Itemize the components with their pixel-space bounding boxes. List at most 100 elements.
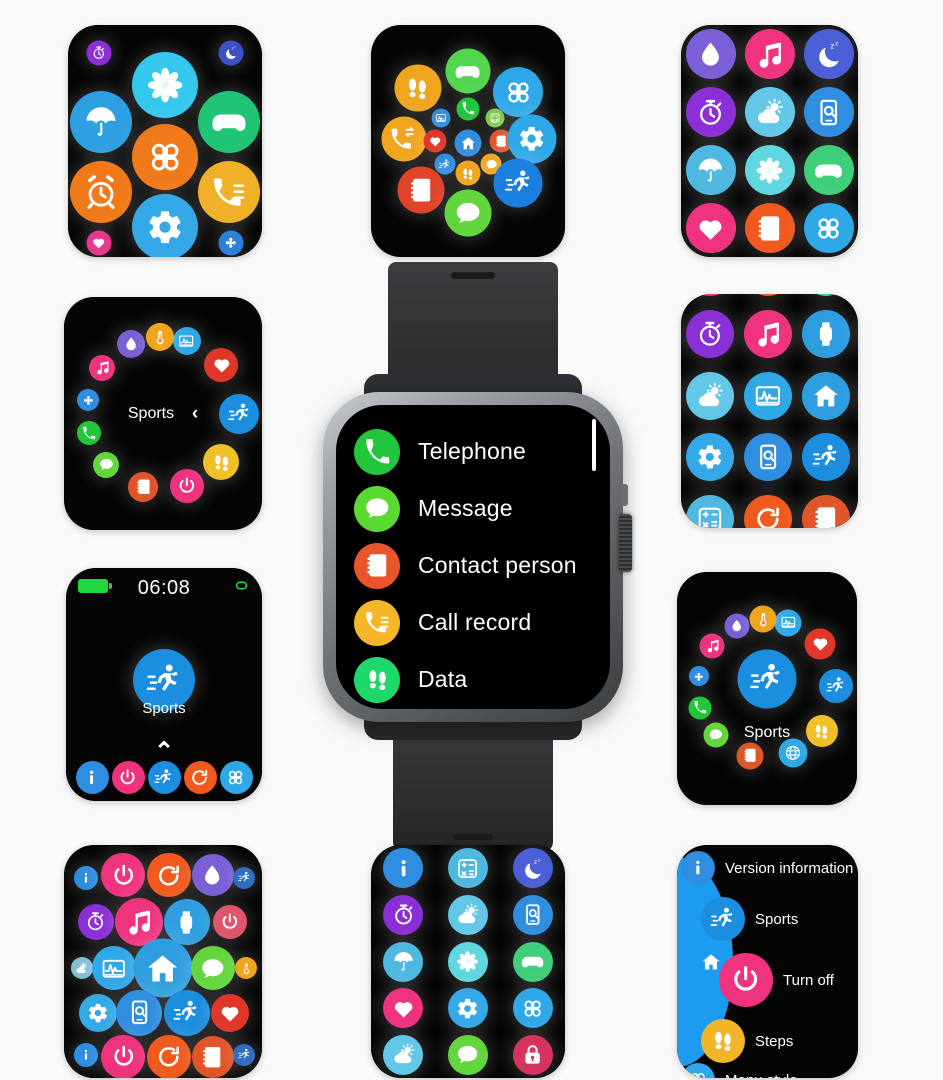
- watch-display[interactable]: zz: [68, 25, 262, 257]
- menu-style-icon[interactable]: [681, 1063, 715, 1078]
- calculator-icon[interactable]: [485, 108, 505, 128]
- contacts-book-icon[interactable]: [802, 494, 851, 528]
- temperature-icon[interactable]: [146, 323, 175, 352]
- menu-item[interactable]: Data: [354, 651, 610, 708]
- info-icon[interactable]: [681, 851, 715, 885]
- umbrella-icon[interactable]: [383, 941, 424, 982]
- scrollbar[interactable]: [592, 419, 596, 471]
- info-icon[interactable]: [73, 865, 98, 890]
- power-icon[interactable]: [101, 1035, 146, 1078]
- game-icon[interactable]: [445, 48, 491, 94]
- settings-icon[interactable]: [132, 193, 198, 257]
- info-icon[interactable]: [73, 1042, 98, 1067]
- stopwatch-icon[interactable]: [686, 310, 735, 359]
- graph-icon[interactable]: [744, 371, 793, 420]
- refresh-icon[interactable]: [183, 761, 217, 794]
- music-icon[interactable]: [699, 633, 725, 659]
- steps-icon[interactable]: [354, 656, 400, 703]
- game-icon[interactable]: [198, 91, 261, 154]
- call-record-icon[interactable]: [198, 161, 261, 224]
- watch-display[interactable]: zz: [371, 845, 565, 1078]
- music-icon[interactable]: [744, 29, 795, 79]
- game-icon[interactable]: [512, 941, 553, 982]
- music-icon[interactable]: [744, 310, 793, 359]
- settings-icon[interactable]: [507, 114, 557, 164]
- graph-icon[interactable]: [91, 946, 136, 991]
- phone-icon[interactable]: [688, 696, 712, 720]
- heartrate-icon[interactable]: [804, 628, 836, 660]
- sports-icon[interactable]: [802, 433, 851, 482]
- steps-icon[interactable]: [203, 444, 240, 481]
- snowflake-icon[interactable]: [448, 941, 488, 982]
- fisheye-sphere-grid-menu-style[interactable]: [64, 845, 262, 1078]
- contacts-book-icon[interactable]: [128, 472, 159, 503]
- side-button[interactable]: [621, 484, 628, 506]
- honeycomb-menu-style[interactable]: zz: [68, 25, 262, 257]
- contacts-book-icon[interactable]: [744, 203, 795, 253]
- sports-icon[interactable]: [219, 393, 260, 434]
- weather-icon[interactable]: [686, 371, 735, 420]
- snowflake-icon[interactable]: [132, 52, 198, 119]
- info-icon[interactable]: [383, 848, 424, 889]
- menu-style-icon[interactable]: [803, 203, 854, 253]
- message-icon[interactable]: [354, 485, 400, 532]
- watch-display[interactable]: 06:08 Sports ⌃: [66, 568, 262, 801]
- oxygen-icon[interactable]: [116, 330, 145, 359]
- umbrella-icon[interactable]: [69, 91, 132, 154]
- oxygen-icon[interactable]: [191, 854, 234, 897]
- carousel-prev-chevron[interactable]: ‹: [192, 403, 198, 425]
- graph-icon[interactable]: [172, 327, 201, 355]
- menu-item[interactable]: Call record: [354, 594, 610, 651]
- watch-display[interactable]: [371, 25, 565, 257]
- contacts-book-icon[interactable]: [191, 1036, 234, 1078]
- call-swap-icon[interactable]: [381, 116, 427, 162]
- watch-display[interactable]: Telephone Message Contact person Call recor…: [336, 405, 610, 709]
- menu-item[interactable]: Message: [354, 480, 610, 537]
- menu-style-icon[interactable]: [132, 124, 198, 191]
- temperature-icon[interactable]: [235, 957, 258, 980]
- menu-item[interactable]: Turn off: [719, 953, 834, 1007]
- sports-icon[interactable]: [493, 158, 543, 208]
- sports-icon[interactable]: [233, 866, 256, 889]
- flower-icon[interactable]: [218, 230, 244, 256]
- sports-icon[interactable]: [819, 669, 854, 704]
- contacts-book-icon[interactable]: [736, 742, 764, 770]
- settings-icon[interactable]: [686, 433, 735, 482]
- contacts-book-icon[interactable]: [397, 166, 445, 214]
- remote-photo-icon[interactable]: [803, 87, 854, 137]
- message-icon[interactable]: [93, 451, 120, 478]
- menu-style-icon[interactable]: [512, 988, 553, 1029]
- power-icon[interactable]: [101, 853, 146, 898]
- contacts-book-icon[interactable]: [354, 542, 400, 589]
- music-icon[interactable]: [89, 354, 116, 381]
- crown-button[interactable]: [619, 514, 632, 572]
- graph-icon[interactable]: [431, 108, 451, 128]
- watch-display[interactable]: [681, 294, 858, 528]
- power-icon[interactable]: [111, 761, 145, 794]
- heartrate-icon[interactable]: [423, 129, 447, 153]
- menu-item[interactable]: Contact person: [354, 537, 610, 594]
- steps-icon[interactable]: [805, 715, 838, 748]
- watch-icon[interactable]: [802, 310, 851, 359]
- oxygen-icon[interactable]: [724, 613, 750, 639]
- calculator-icon[interactable]: [686, 494, 735, 528]
- heart-gender-icon[interactable]: [383, 988, 424, 1029]
- lock-icon[interactable]: [512, 1034, 553, 1075]
- weather-icon[interactable]: [70, 957, 93, 980]
- curved-list-menu-style[interactable]: Version information Sports Turn off Steps Me…: [677, 845, 858, 1078]
- game-icon[interactable]: [803, 145, 854, 195]
- phone-icon[interactable]: [354, 428, 400, 475]
- alarm-icon[interactable]: [69, 161, 132, 224]
- stopwatch-icon[interactable]: [685, 87, 736, 137]
- stopwatch-icon[interactable]: [86, 40, 112, 66]
- menu-item[interactable]: Telephone: [354, 423, 610, 480]
- umbrella-icon[interactable]: [685, 145, 736, 195]
- remote-photo-icon[interactable]: [512, 894, 553, 935]
- home-icon[interactable]: [802, 371, 851, 420]
- info-icon[interactable]: [75, 761, 109, 794]
- sleep-icon[interactable]: zz: [512, 848, 553, 889]
- main-menu-list[interactable]: Telephone Message Contact person Call recor…: [354, 423, 610, 709]
- weather-icon[interactable]: [383, 1034, 424, 1075]
- snowflake-icon[interactable]: [744, 145, 795, 195]
- menu-item[interactable]: Steps: [701, 1019, 793, 1063]
